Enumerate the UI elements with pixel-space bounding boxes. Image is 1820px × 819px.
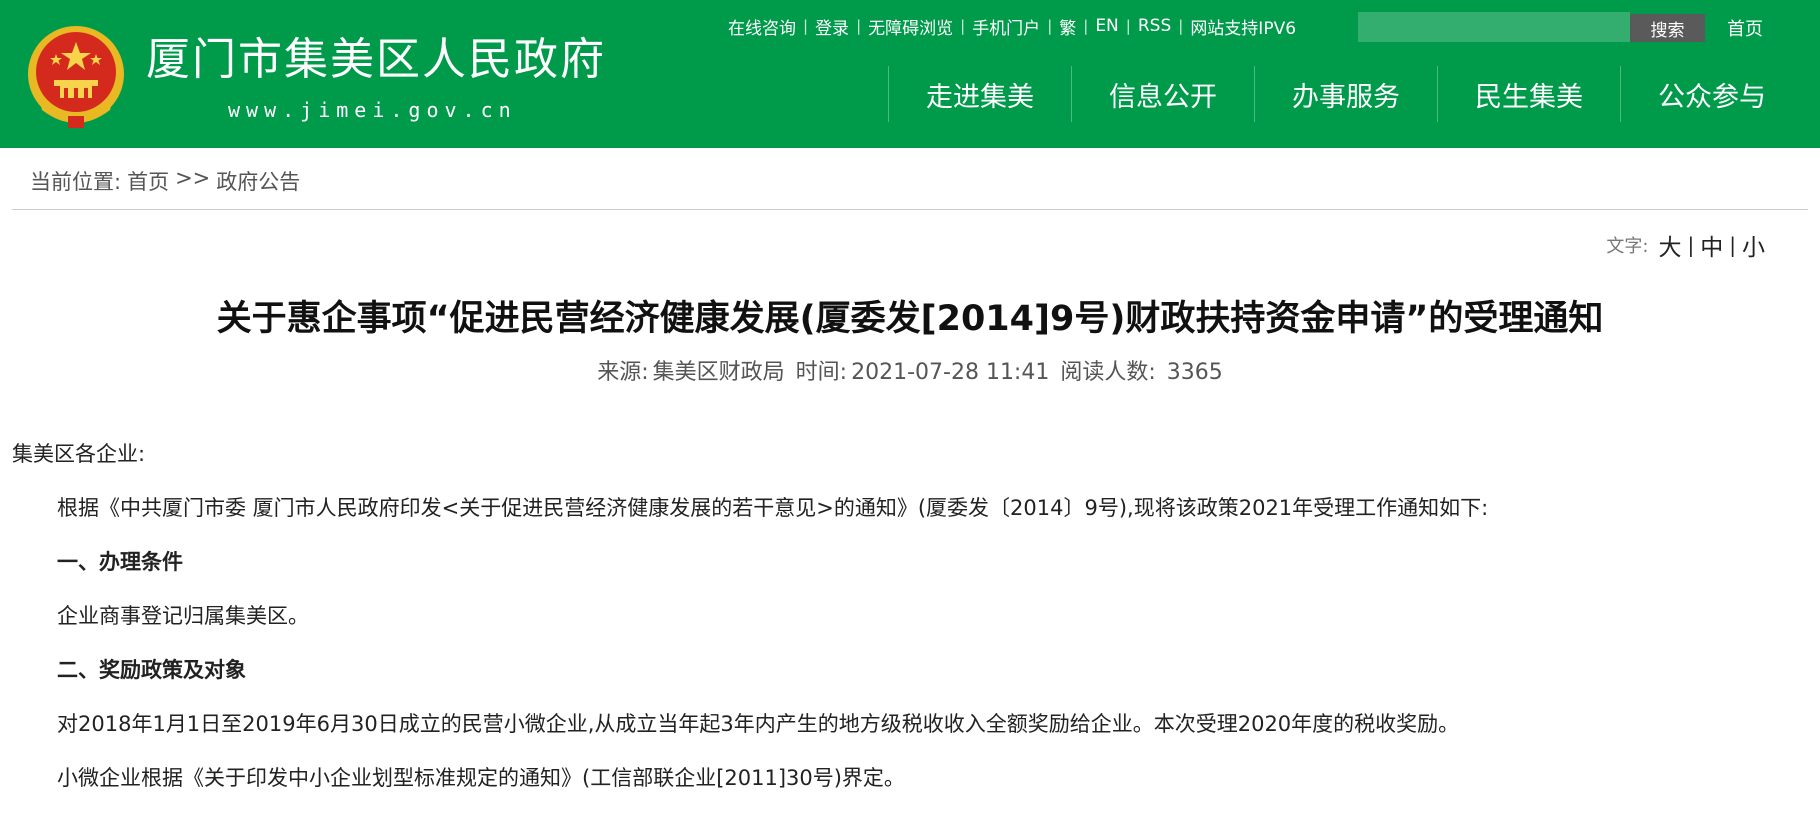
link-separator: | (803, 17, 809, 35)
mobile-portal-link[interactable]: 手机门户 (972, 14, 1040, 39)
breadcrumb-current-link[interactable]: 政府公告 (216, 166, 300, 196)
font-size-label: 文字: (1606, 236, 1649, 257)
section-heading-policy: 二、奖励政策及对象 (57, 658, 246, 682)
breadcrumb-prefix: 当前位置: (30, 170, 122, 194)
breadcrumb-separator: >> (175, 166, 211, 190)
breadcrumb: 当前位置: 首页 >> 政府公告 (30, 166, 300, 196)
national-emblem-icon[interactable] (24, 24, 128, 132)
online-consult-link[interactable]: 在线咨询 (728, 14, 796, 39)
nav-item-services[interactable]: 办事服务 (1254, 66, 1437, 122)
site-header: 厦门市集美区人民政府 www.jimei.gov.cn 在线咨询 | 登录 | … (0, 0, 1820, 148)
font-size-control: 文字: 大 | 中 | 小 (1606, 228, 1765, 262)
font-size-large-button[interactable]: 大 (1659, 228, 1682, 262)
link-separator: | (960, 17, 966, 35)
login-link[interactable]: 登录 (815, 14, 849, 39)
nav-item-info-disclosure[interactable]: 信息公开 (1071, 66, 1254, 122)
link-separator: | (856, 17, 862, 35)
nav-item-livelihood[interactable]: 民生集美 (1437, 66, 1620, 122)
ipv6-support-link[interactable]: 网站支持IPV6 (1190, 14, 1296, 39)
views-count: 3365 (1166, 360, 1223, 385)
main-nav: 走进集美 信息公开 办事服务 民生集美 公众参与 (888, 66, 1803, 122)
home-link[interactable]: 首页 (1727, 15, 1763, 41)
breadcrumb-divider (12, 209, 1808, 210)
english-link[interactable]: EN (1095, 16, 1118, 36)
article-title: 关于惠企事项“促进民营经济健康发展(厦委发[2014]9号)财政扶持资金申请”的… (216, 299, 1604, 339)
font-size-separator: | (1687, 233, 1695, 257)
search-input[interactable] (1358, 12, 1630, 42)
top-links: 在线咨询 | 登录 | 无障碍浏览 | 手机门户 | 繁 | EN | RSS … (728, 14, 1296, 39)
search-button[interactable]: 搜索 (1630, 14, 1705, 42)
font-size-separator: | (1729, 233, 1736, 257)
link-separator: | (1047, 17, 1053, 35)
views-label: 阅读人数: (1060, 360, 1156, 385)
font-size-small-button[interactable]: 小 (1742, 228, 1765, 262)
accessibility-link[interactable]: 无障碍浏览 (868, 14, 953, 39)
site-title[interactable]: 厦门市集美区人民政府 (146, 38, 606, 82)
definition-paragraph: 小微企业根据《关于印发中小企业划型标准规定的通知》(工信部联企业[2011]30… (57, 766, 905, 790)
link-separator: | (1083, 17, 1089, 35)
traditional-chinese-link[interactable]: 繁 (1059, 14, 1076, 39)
section-heading-conditions: 一、办理条件 (57, 550, 183, 574)
time-label: 时间: (795, 360, 848, 385)
conditions-paragraph: 企业商事登记归属集美区。 (57, 604, 309, 628)
source-label: 来源: (597, 360, 649, 385)
font-size-medium-button[interactable]: 中 (1700, 228, 1723, 262)
salutation: 集美区各企业: (12, 442, 146, 466)
policy-paragraph: 对2018年1月1日至2019年6月30日成立的民营小微企业,从成立当年起3年内… (57, 712, 1460, 736)
source-value: 集美区财政局 (652, 360, 785, 385)
site-url: www.jimei.gov.cn (228, 98, 517, 122)
article-meta: 来源: 集美区财政局 时间: 2021-07-28 11:41 阅读人数: 3365 (0, 354, 1820, 386)
intro-paragraph: 根据《中共厦门市委 厦门市人民政府印发<关于促进民营经济健康发展的若干意见>的通… (57, 496, 1489, 520)
rss-link[interactable]: RSS (1138, 16, 1171, 36)
time-value: 2021-07-28 11:41 (851, 360, 1050, 385)
breadcrumb-home-link[interactable]: 首页 (127, 166, 169, 196)
link-separator: | (1125, 17, 1131, 35)
link-separator: | (1178, 17, 1184, 35)
nav-item-about-jimei[interactable]: 走进集美 (888, 66, 1071, 122)
nav-item-public-participation[interactable]: 公众参与 (1620, 66, 1803, 122)
